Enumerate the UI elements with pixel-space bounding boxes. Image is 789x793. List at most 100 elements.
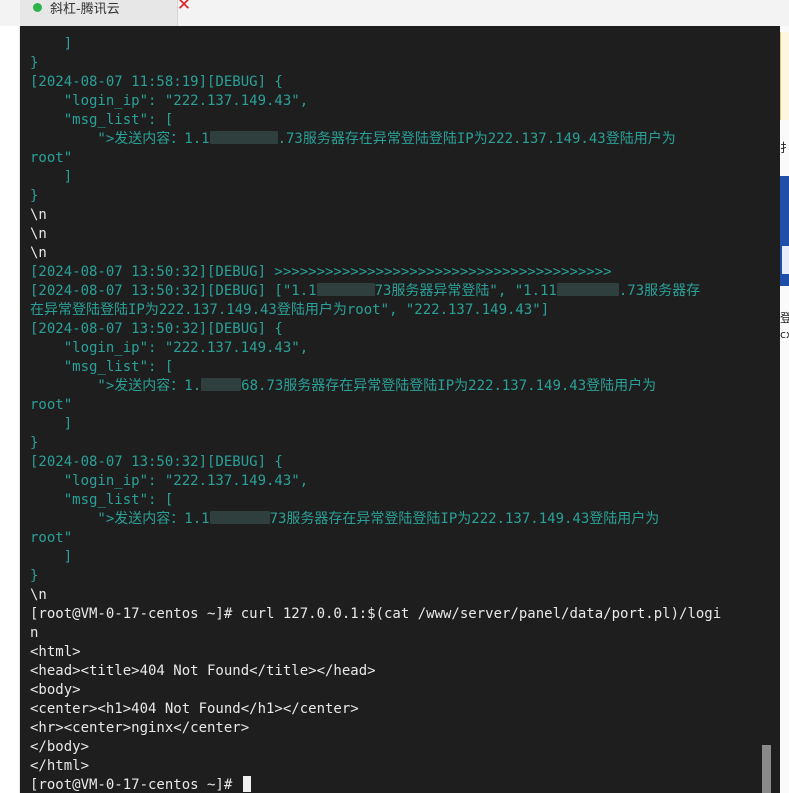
- terminal-line-text: [2024-08-07 13:50:32][DEBUG] {: [30, 321, 283, 337]
- background-image: [780, 176, 789, 286]
- terminal-line-text: [root@VM-0-17-centos ~]#: [30, 777, 241, 793]
- terminal-line: ]: [30, 35, 760, 54]
- terminal-line-text: <center><h1>404 Not Found</h1></center>: [30, 701, 359, 717]
- terminal-line: }: [30, 434, 760, 453]
- terminal-line-text: ]: [30, 416, 73, 432]
- terminal-line-text: "msg_list": [: [30, 492, 174, 508]
- terminal-line-text: "login_ip": "222.137.149.43",: [30, 473, 309, 489]
- connection-status-icon: [33, 3, 42, 12]
- terminal-line-text: [root@VM-0-17-centos ~]# curl 127.0.0.1:…: [30, 606, 722, 622]
- terminal-line: }: [30, 187, 760, 206]
- redacted-block: [209, 131, 278, 144]
- terminal-line-text: }: [30, 55, 39, 71]
- terminal-line-text: }: [30, 188, 39, 204]
- background-image-detail: [782, 246, 789, 274]
- terminal-line-text: root": [30, 150, 73, 166]
- terminal-line-text: <body>: [30, 682, 81, 698]
- vertical-scrollbar[interactable]: [760, 37, 774, 793]
- terminal-line: }: [30, 54, 760, 73]
- terminal-line: <head><title>404 Not Found</title></head…: [30, 662, 760, 681]
- terminal-line-text: 68.73服务器存在异常登陆登陆IP为222.137.149.43登陆用户为: [241, 378, 657, 394]
- terminal-line: "login_ip": "222.137.149.43",: [30, 92, 760, 111]
- terminal-line-text: .73服务器存: [618, 283, 701, 299]
- terminal-line-text: }: [30, 568, 39, 584]
- terminal-line: [root@VM-0-17-centos ~]# curl 127.0.0.1:…: [30, 605, 760, 624]
- terminal-line: </body>: [30, 738, 760, 757]
- terminal-line-text: ]: [30, 169, 73, 185]
- close-icon[interactable]: ✕: [175, 0, 193, 14]
- terminal-line: ]: [30, 548, 760, 567]
- terminal-line: }: [30, 567, 760, 586]
- terminal-line-text: "login_ip": "222.137.149.43",: [30, 340, 309, 356]
- terminal-line: [2024-08-07 13:50:32][DEBUG] >>>>>>>>>>>…: [30, 263, 760, 282]
- tab-bar: 斜杠-腾讯云 ✕: [0, 0, 789, 26]
- terminal-line-text: "login_ip": "222.137.149.43",: [30, 93, 309, 109]
- terminal-line: "msg_list": [: [30, 491, 760, 510]
- terminal-line-text: ]: [30, 549, 73, 565]
- left-gutter: [0, 26, 20, 793]
- terminal-line-text: [2024-08-07 11:58:19][DEBUG] {: [30, 74, 283, 90]
- terminal-line-text: 在异常登陆登陆IP为222.137.149.43登陆用户为root", "222…: [30, 302, 550, 318]
- terminal-cursor: [242, 776, 251, 792]
- terminal-line: [2024-08-07 13:50:32][DEBUG] ["1.1 73服务器异…: [30, 282, 760, 301]
- terminal-line-text: "msg_list": [: [30, 112, 174, 128]
- terminal-line-text: ]: [30, 36, 73, 52]
- terminal-line-text: <html>: [30, 644, 81, 660]
- terminal-line-text: root": [30, 530, 73, 546]
- terminal-line: "login_ip": "222.137.149.43",: [30, 472, 760, 491]
- terminal-line: n: [30, 624, 760, 643]
- tab-title: 斜杠-腾讯云: [50, 2, 120, 17]
- terminal-line-text: \n: [30, 587, 47, 603]
- redacted-block: [209, 511, 270, 524]
- scrollbar-thumb[interactable]: [762, 745, 771, 793]
- terminal-line: root": [30, 149, 760, 168]
- redacted-block: [556, 283, 619, 296]
- terminal-line-text: .73服务器存在异常登陆登陆IP为222.137.149.43登陆用户为: [277, 131, 676, 147]
- terminal-line: \n: [30, 206, 760, 225]
- terminal-line: ]: [30, 415, 760, 434]
- terminal-line-text: n: [30, 625, 39, 641]
- terminal-line-text: [2024-08-07 13:50:32][DEBUG] >>>>>>>>>>>…: [30, 264, 612, 280]
- background-panel: [780, 32, 789, 120]
- terminal-line-text: \n: [30, 226, 47, 242]
- terminal-line-text: \n: [30, 207, 47, 223]
- terminal-line-text: <head><title>404 Not Found</title></head…: [30, 663, 376, 679]
- terminal-line-text: root": [30, 397, 73, 413]
- terminal-line-text: [2024-08-07 13:50:32][DEBUG] ["1.1: [30, 283, 317, 299]
- background-text: cx: [780, 328, 789, 341]
- terminal-line: ">发送内容：1. 68.73服务器存在异常登陆登陆IP为222.137.149.…: [30, 377, 760, 396]
- terminal-line: ">发送内容：1.1 73服务器存在异常登陆登陆IP为222.137.149.43…: [30, 510, 760, 529]
- terminal-line-text: [2024-08-07 13:50:32][DEBUG] {: [30, 454, 283, 470]
- terminal-line: "msg_list": [: [30, 358, 760, 377]
- terminal-line: <html>: [30, 643, 760, 662]
- terminal-line: 在异常登陆登陆IP为222.137.149.43登陆用户为root", "222…: [30, 301, 760, 320]
- terminal-output[interactable]: ]} [2024-08-07 11:58:19][DEBUG] { "login_…: [20, 26, 780, 793]
- terminal-line-text: ">发送内容：1.1: [30, 131, 210, 147]
- terminal-line: \n: [30, 225, 760, 244]
- terminal-line-text: "msg_list": [: [30, 359, 174, 375]
- terminal-line-text: ">发送内容：1.1: [30, 511, 210, 527]
- terminal-line: <body>: [30, 681, 760, 700]
- terminal-line: [2024-08-07 13:50:32][DEBUG] {: [30, 320, 760, 339]
- terminal-line-text: \n: [30, 245, 47, 261]
- terminal-line-text: }: [30, 435, 39, 451]
- terminal-line: root": [30, 396, 760, 415]
- terminal-line-text: ">发送内容：1.: [30, 378, 202, 394]
- terminal-line-text: <hr><center>nginx</center>: [30, 720, 250, 736]
- terminal-line: [root@VM-0-17-centos ~]#: [30, 776, 760, 793]
- background-window-edge: 扌 登 cx: [780, 26, 789, 793]
- terminal-line: </html>: [30, 757, 760, 776]
- background-text: 登: [780, 311, 789, 325]
- terminal-line: <hr><center>nginx</center>: [30, 719, 760, 738]
- tab-terminal-session[interactable]: 斜杠-腾讯云 ✕: [20, 0, 191, 26]
- terminal-line: \n: [30, 244, 760, 263]
- redacted-block: [316, 283, 375, 296]
- terminal-line: [2024-08-07 13:50:32][DEBUG] {: [30, 453, 760, 472]
- terminal-line: root": [30, 529, 760, 548]
- terminal-line-text: </html>: [30, 758, 90, 774]
- terminal-line: ]: [30, 168, 760, 187]
- terminal-line: "login_ip": "222.137.149.43",: [30, 339, 760, 358]
- terminal-line-text: </body>: [30, 739, 90, 755]
- terminal-line-text: 73服务器异常登陆", "1.11: [374, 283, 557, 299]
- redacted-block: [201, 378, 242, 391]
